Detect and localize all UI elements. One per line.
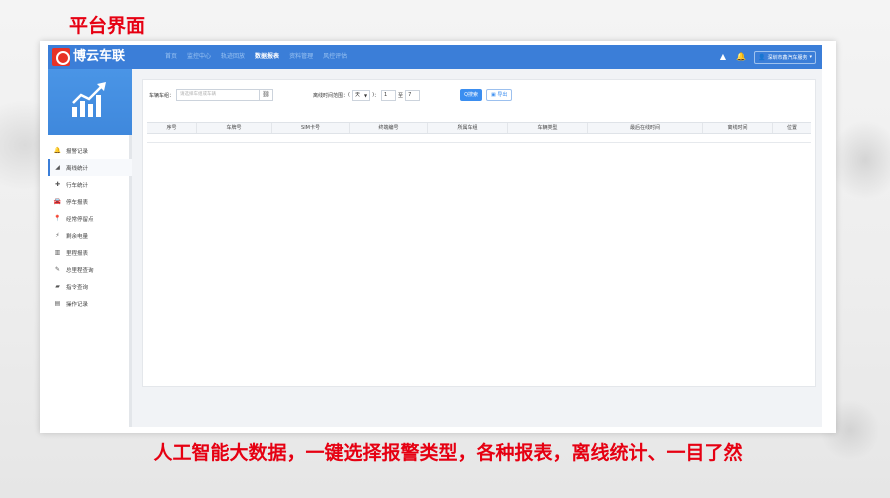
car-icon: 🚘 <box>53 198 62 205</box>
column-header[interactable]: 最后在线时间 <box>588 123 703 133</box>
offline-stats-table: 序号 车牌号 SIM卡号 终端编号 所属车组 车辆类型 最后在线时间 离线时间 … <box>147 122 811 143</box>
sidebar-item-operation-log[interactable]: ▤ 操作记录 <box>48 295 132 312</box>
column-header[interactable]: 车牌号 <box>197 123 272 133</box>
nav-data-reports[interactable]: 数据报表 <box>255 45 279 69</box>
logo-icon <box>52 48 70 66</box>
nav-monitor-center[interactable]: 监控中心 <box>187 45 211 69</box>
user-menu[interactable]: 👤 深圳市鑫汽车服务 ▾ <box>753 50 816 64</box>
nav-data-management[interactable]: 资料管理 <box>289 45 313 69</box>
offline-min-input[interactable]: 1 <box>381 89 397 101</box>
sidebar: 🔔 报警记录 ◢ 离线统计 ✚ 行车统计 🚘 停车报表 📍 经常停留点 ⚡ 剩余… <box>48 69 132 427</box>
top-navbar: 博云车联 首页 监控中心 轨迹回放 数据报表 资料管理 风控评估 ▲ 🔔 👤 深… <box>48 45 822 69</box>
colon-label: ： <box>374 92 380 99</box>
column-header[interactable]: 位置 <box>773 123 811 133</box>
vehicle-group-label: 车辆车组： <box>149 92 175 99</box>
sidebar-item-label: 总里程查询 <box>66 267 94 274</box>
user-icon: 👤 <box>757 53 766 61</box>
bell-icon[interactable]: 🔔 <box>736 52 746 62</box>
bar-chart-icon: ▥ <box>54 249 61 256</box>
offline-max-input[interactable]: 7 <box>405 89 421 101</box>
screenshot-frame: 博云车联 首页 监控中心 轨迹回放 数据报表 资料管理 风控评估 ▲ 🔔 👤 深… <box>40 41 836 433</box>
map-pin-icon: 📍 <box>53 215 62 222</box>
export-icon: ▣ <box>491 92 496 98</box>
sidebar-item-label: 里程报表 <box>66 250 89 257</box>
sidebar-item-label: 停车报表 <box>66 199 89 206</box>
chevron-down-icon: ▾ <box>809 54 812 60</box>
offline-unit-value: 天 <box>354 91 360 98</box>
table-body-empty <box>147 134 811 143</box>
to-label: 至 <box>398 92 404 99</box>
filter-bar: 车辆车组： 请选择车组或车辆 ⛓ 离线时间范围： ( 天 ▼ ) ： 1 至 7… <box>149 88 513 102</box>
sidebar-item-driving-stats[interactable]: ✚ 行车统计 <box>48 176 132 193</box>
nav-home[interactable]: 首页 <box>165 45 177 69</box>
sidebar-item-label: 行车统计 <box>66 182 89 189</box>
nav-risk-assessment[interactable]: 风控评估 <box>323 45 347 69</box>
chevron-down-icon: ▼ <box>364 92 368 98</box>
top-right-tools: ▲ 🔔 👤 深圳市鑫汽车服务 ▾ <box>718 49 816 65</box>
app-window: 博云车联 首页 监控中心 轨迹回放 数据报表 资料管理 风控评估 ▲ 🔔 👤 深… <box>48 45 822 427</box>
export-button[interactable]: ▣ 导出 <box>486 89 513 101</box>
slide-caption: 人工智能大数据，一键选择报警类型，各种报表，离线统计、一目了然 <box>153 442 743 464</box>
table-header: 序号 车牌号 SIM卡号 终端编号 所属车组 车辆类型 最后在线时间 离线时间 … <box>147 122 811 134</box>
column-header[interactable]: 离线时间 <box>703 123 773 133</box>
org-tree-icon[interactable]: ⛓ <box>260 89 274 101</box>
column-header[interactable]: 序号 <box>147 123 197 133</box>
bolt-icon: ⚡ <box>55 232 60 239</box>
growth-chart-icon <box>72 82 106 117</box>
edit-icon: ✎ <box>54 266 61 273</box>
sidebar-item-offline-stats[interactable]: ◢ 离线统计 <box>48 159 132 176</box>
user-name: 深圳市鑫汽车服务 <box>767 54 808 61</box>
sidebar-item-label: 指令查询 <box>66 284 89 291</box>
brand-logo[interactable]: 博云车联 <box>52 48 132 66</box>
sidebar-item-label: 操作记录 <box>66 301 89 308</box>
background-splash-right <box>830 120 890 200</box>
sidebar-item-parking-report[interactable]: 🚘 停车报表 <box>48 193 132 210</box>
slide-title: 平台界面 <box>69 15 146 37</box>
offline-unit-select[interactable]: 天 ▼ <box>351 89 371 101</box>
sidebar-item-label: 剩余电量 <box>66 233 89 240</box>
sidebar-item-frequent-stops[interactable]: 📍 经常停留点 <box>48 210 132 227</box>
paren-open: ( <box>348 92 350 98</box>
sidebar-menu: 🔔 报警记录 ◢ 离线统计 ✚ 行车统计 🚘 停车报表 📍 经常停留点 ⚡ 剩余… <box>48 142 132 312</box>
sidebar-item-label: 离线统计 <box>66 165 89 172</box>
column-header[interactable]: 车辆类型 <box>508 123 588 133</box>
column-header[interactable]: SIM卡号 <box>272 123 350 133</box>
column-header[interactable]: 终端编号 <box>350 123 428 133</box>
offline-range-label: 离线时间范围： <box>313 92 349 99</box>
file-icon: ▤ <box>54 300 61 307</box>
search-button[interactable]: Q搜索 <box>460 89 482 101</box>
sidebar-item-label: 报警记录 <box>66 148 89 155</box>
main-nav: 首页 监控中心 轨迹回放 数据报表 资料管理 风控评估 <box>165 45 357 69</box>
sidebar-item-command-query[interactable]: ▰ 指令查询 <box>48 278 132 295</box>
column-header[interactable]: 所属车组 <box>428 123 508 133</box>
warning-icon[interactable]: ▲ <box>718 52 728 62</box>
signal-icon: ◢ <box>55 164 60 171</box>
sidebar-item-label: 经常停留点 <box>66 216 94 223</box>
bell-icon: 🔔 <box>53 147 62 154</box>
sidebar-item-remaining-battery[interactable]: ⚡ 剩余电量 <box>48 227 132 244</box>
command-icon: ▰ <box>55 283 60 290</box>
export-label: 导出 <box>497 92 508 98</box>
report-panel: 车辆车组： 请选择车组或车辆 ⛓ 离线时间范围： ( 天 ▼ ) ： 1 至 7… <box>142 79 816 387</box>
plus-icon: ✚ <box>54 181 61 188</box>
sidebar-item-total-mileage[interactable]: ✎ 总里程查询 <box>48 261 132 278</box>
sidebar-banner <box>48 69 132 135</box>
sidebar-item-alarm-records[interactable]: 🔔 报警记录 <box>48 142 132 159</box>
brand-name: 博云车联 <box>73 49 126 64</box>
vehicle-group-input[interactable]: 请选择车组或车辆 <box>176 89 261 101</box>
sidebar-item-mileage-report[interactable]: ▥ 里程报表 <box>48 244 132 261</box>
nav-track-playback[interactable]: 轨迹回放 <box>221 45 245 69</box>
